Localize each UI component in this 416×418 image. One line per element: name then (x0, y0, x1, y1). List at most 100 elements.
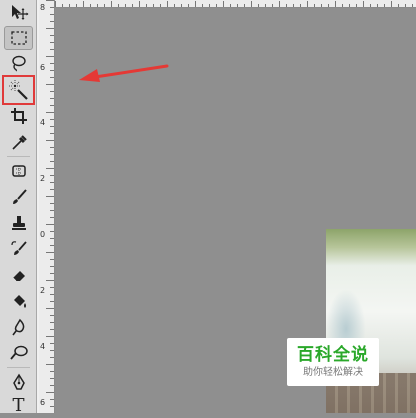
magic-wand-tool-icon (8, 80, 28, 100)
rectangular-marquee-tool[interactable] (4, 26, 33, 50)
ruler-tick (90, 4, 91, 7)
ruler-tick (50, 91, 54, 92)
ruler-tick (50, 287, 54, 288)
ruler-tick (146, 4, 147, 7)
spot-healing-brush-tool-icon (11, 165, 26, 177)
ruler-tick (46, 224, 54, 225)
pen-tool-icon (12, 373, 25, 390)
magic-wand-tool[interactable] (2, 75, 35, 105)
clone-stamp-tool-icon (11, 216, 26, 230)
ruler-tick (50, 315, 54, 316)
tool-separator (7, 156, 30, 157)
ruler-label: 4 (40, 118, 46, 127)
ruler-tick (50, 406, 54, 407)
ruler-tick (50, 77, 54, 78)
ruler-tick (328, 4, 329, 7)
ruler-tick (46, 84, 54, 85)
ruler-tick (46, 0, 54, 1)
ruler-tick (132, 4, 133, 7)
ruler-label: 2 (40, 174, 46, 183)
spot-healing-brush-tool[interactable] (4, 159, 33, 183)
ruler-tick (139, 1, 140, 7)
watermark-title: 百科全说 (297, 345, 369, 365)
annotation-arrow (79, 64, 169, 82)
paint-bucket-tool[interactable] (4, 289, 33, 313)
move-tool-icon (11, 5, 28, 20)
ruler-tick (97, 4, 98, 7)
ruler-tick (46, 112, 54, 113)
lasso-tool[interactable] (4, 51, 33, 75)
history-brush-tool-icon (10, 241, 27, 255)
eyedropper-tool[interactable] (4, 131, 33, 155)
ruler-tick (50, 21, 54, 22)
ruler-tick (195, 1, 196, 7)
ruler-tick (167, 1, 168, 7)
ruler-label: 2 (40, 286, 46, 295)
vertical-ruler: 8 6 4 2 0 2 4 6 (39, 0, 55, 413)
tool-separator (7, 367, 30, 368)
dodge-tool[interactable] (4, 341, 33, 365)
ruler-tick (314, 4, 315, 7)
ruler-tick (50, 385, 54, 386)
ruler-tick (50, 133, 54, 134)
ruler-tick (216, 4, 217, 7)
move-tool[interactable] (4, 1, 33, 25)
paint-bucket-tool-icon (13, 295, 26, 308)
ruler-tick (46, 364, 54, 365)
ruler-tick (50, 245, 54, 246)
ruler-tick (342, 4, 343, 7)
ruler-tick (50, 14, 54, 15)
ruler-label: 0 (40, 230, 46, 239)
ruler-tick (188, 4, 189, 7)
ruler-tick (412, 4, 413, 7)
ruler-tick (174, 4, 175, 7)
ruler-label: 4 (40, 342, 46, 351)
ruler-tick (50, 378, 54, 379)
ruler-tick (405, 4, 406, 7)
blur-tool[interactable] (4, 315, 33, 339)
ruler-tick (50, 399, 54, 400)
ruler-label: 6 (40, 398, 46, 407)
dodge-tool-icon (9, 345, 28, 360)
ruler-tick (125, 4, 126, 7)
eraser-tool[interactable] (4, 263, 33, 287)
ruler-tick (279, 1, 280, 7)
ruler-tick (321, 4, 322, 7)
clone-stamp-tool[interactable] (4, 211, 33, 235)
ruler-tick (50, 119, 54, 120)
ruler-label: 8 (40, 3, 46, 12)
watermark-logo: 百科全说 助你轻松解决 (287, 338, 379, 386)
crop-tool[interactable] (4, 104, 33, 128)
ruler-tick (46, 196, 54, 197)
ruler-tick (50, 154, 54, 155)
ruler-tick (50, 231, 54, 232)
ruler-tick (265, 4, 266, 7)
ruler-tick (46, 308, 54, 309)
ruler-tick (46, 168, 54, 169)
ruler-tick (293, 4, 294, 7)
ruler-tick (50, 42, 54, 43)
ruler-tick (50, 301, 54, 302)
ruler-tick (46, 28, 54, 29)
ruler-tick (349, 4, 350, 7)
ruler-tick (50, 273, 54, 274)
brush-tool[interactable] (4, 185, 33, 209)
ruler-tick (335, 1, 336, 7)
ruler-tick (50, 210, 54, 211)
ruler-tick (76, 4, 77, 7)
ruler-tick (272, 4, 273, 7)
horizontal-ruler (55, 0, 416, 8)
ruler-tick (50, 70, 54, 71)
ruler-tick (46, 56, 54, 57)
ruler-tick (377, 4, 378, 7)
ruler-tick (46, 336, 54, 337)
ruler-tick (160, 4, 161, 7)
ruler-label: 6 (40, 63, 46, 72)
ruler-tick (286, 4, 287, 7)
type-tool[interactable]: T (4, 394, 33, 418)
ruler-tick (50, 161, 54, 162)
rectangular-marquee-tool-icon (10, 31, 27, 45)
history-brush-tool[interactable] (4, 237, 33, 261)
pen-tool[interactable] (4, 370, 33, 394)
ruler-tick (307, 1, 308, 7)
